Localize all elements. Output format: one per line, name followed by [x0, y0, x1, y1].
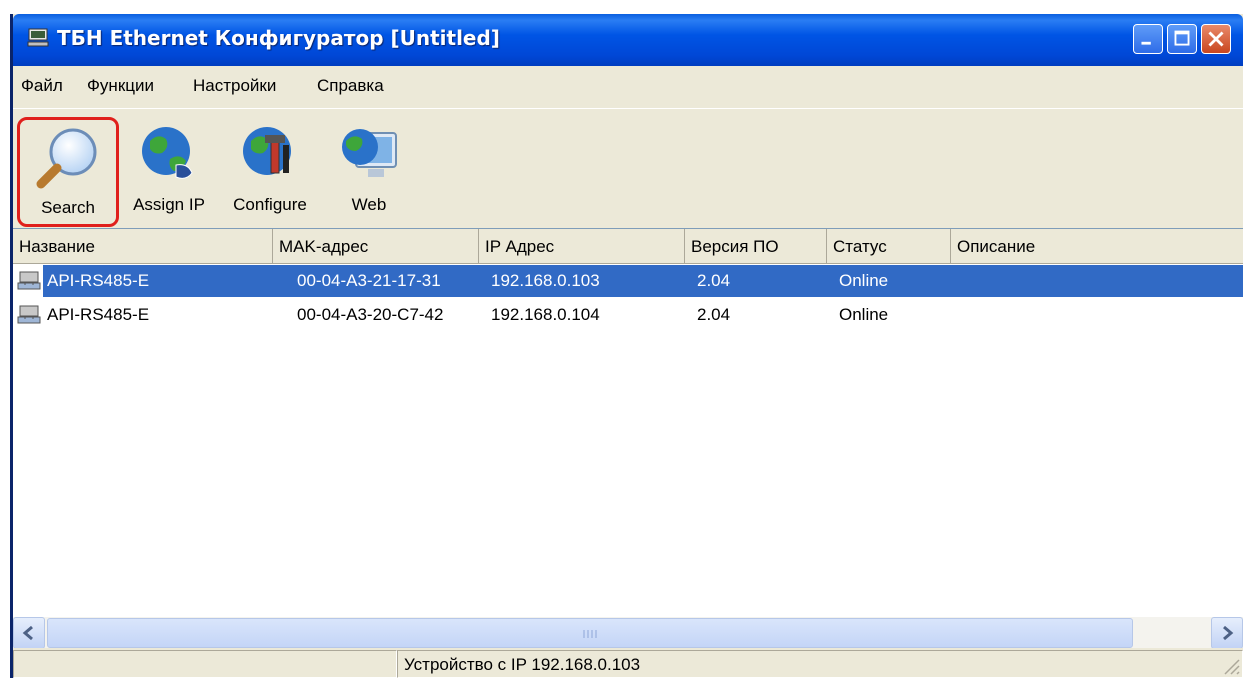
horizontal-scrollbar[interactable] [13, 617, 1243, 649]
globe-tools-icon [243, 127, 291, 175]
maximize-icon [1174, 30, 1190, 46]
close-icon [1208, 31, 1224, 47]
web-label: Web [351, 195, 387, 214]
scroll-left-button[interactable] [13, 617, 45, 649]
status-pane-left [13, 650, 397, 678]
menu-functions[interactable]: Функции [87, 76, 154, 96]
cell-ip: 192.168.0.103 [491, 271, 600, 290]
chevron-right-icon [1223, 625, 1234, 641]
window-title: ТБН Ethernet Конфигуратор [Untitled] [57, 26, 500, 50]
status-message: Устройство с IP 192.168.0.103 [397, 650, 1243, 678]
cell-ip: 192.168.0.104 [491, 305, 600, 324]
assign-ip-label: Assign IP [133, 195, 205, 214]
close-button[interactable] [1201, 24, 1231, 54]
magnifier-icon [36, 128, 97, 189]
minimize-button[interactable] [1133, 24, 1163, 54]
maximize-button[interactable] [1167, 24, 1197, 54]
toolbar: Search Assign IP Configure Web [13, 108, 1243, 229]
grip-icon [583, 630, 597, 638]
cell-status: Online [839, 271, 889, 290]
minimize-icon [1141, 41, 1151, 45]
globe-network-icon [142, 127, 193, 179]
column-header-mac[interactable]: MAK-адрес [273, 229, 479, 263]
search-label: Search [41, 198, 95, 217]
status-bar: Устройство с IP 192.168.0.103 [13, 648, 1243, 678]
search-button[interactable]: Search [17, 117, 119, 227]
menu-help[interactable]: Справка [317, 76, 384, 96]
cell-name: API-RS485-E [47, 271, 150, 290]
configure-button[interactable]: Configure [221, 117, 319, 227]
scroll-right-button[interactable] [1211, 617, 1243, 649]
app-window: ТБН Ethernet Конфигуратор [Untitled] Фай… [10, 14, 1243, 678]
scroll-thumb[interactable] [47, 618, 1133, 648]
network-device-icon [27, 28, 49, 47]
cell-version: 2.04 [697, 271, 731, 290]
column-header-status[interactable]: Статус [827, 229, 951, 263]
cell-status: Online [839, 305, 889, 324]
assign-ip-button[interactable]: Assign IP [121, 117, 217, 227]
cell-version: 2.04 [697, 305, 731, 324]
table-row[interactable]: API-RS485-E 00-04-A3-20-C7-42 192.168.0.… [13, 299, 1243, 331]
device-list[interactable]: Название MAK-адрес IP Адрес Версия ПО Ст… [13, 228, 1243, 649]
column-header-description[interactable]: Описание [951, 229, 1243, 263]
cell-mac: 00-04-A3-20-C7-42 [297, 305, 444, 324]
list-header: Название MAK-адрес IP Адрес Версия ПО Ст… [13, 229, 1243, 264]
menu-bar: Файл Функции Настройки Справка [13, 66, 1243, 108]
column-header-name[interactable]: Название [13, 229, 273, 263]
cell-name: API-RS485-E [47, 305, 150, 324]
network-device-icon [17, 305, 41, 324]
web-button[interactable]: Web [329, 117, 409, 227]
table-row[interactable]: API-RS485-E 00-04-A3-21-17-31 192.168.0.… [13, 265, 1243, 297]
network-device-icon [17, 271, 41, 290]
chevron-left-icon [22, 625, 33, 641]
column-header-version[interactable]: Версия ПО [685, 229, 827, 263]
column-header-ip[interactable]: IP Адрес [479, 229, 685, 263]
selection-highlight [43, 265, 1243, 297]
title-bar[interactable]: ТБН Ethernet Конфигуратор [Untitled] [13, 14, 1243, 66]
resize-grip-icon[interactable] [1219, 654, 1241, 676]
globe-monitor-icon [342, 129, 397, 177]
configure-label: Configure [233, 195, 307, 214]
menu-settings[interactable]: Настройки [193, 76, 276, 96]
cell-mac: 00-04-A3-21-17-31 [297, 271, 441, 290]
menu-file[interactable]: Файл [21, 76, 63, 96]
